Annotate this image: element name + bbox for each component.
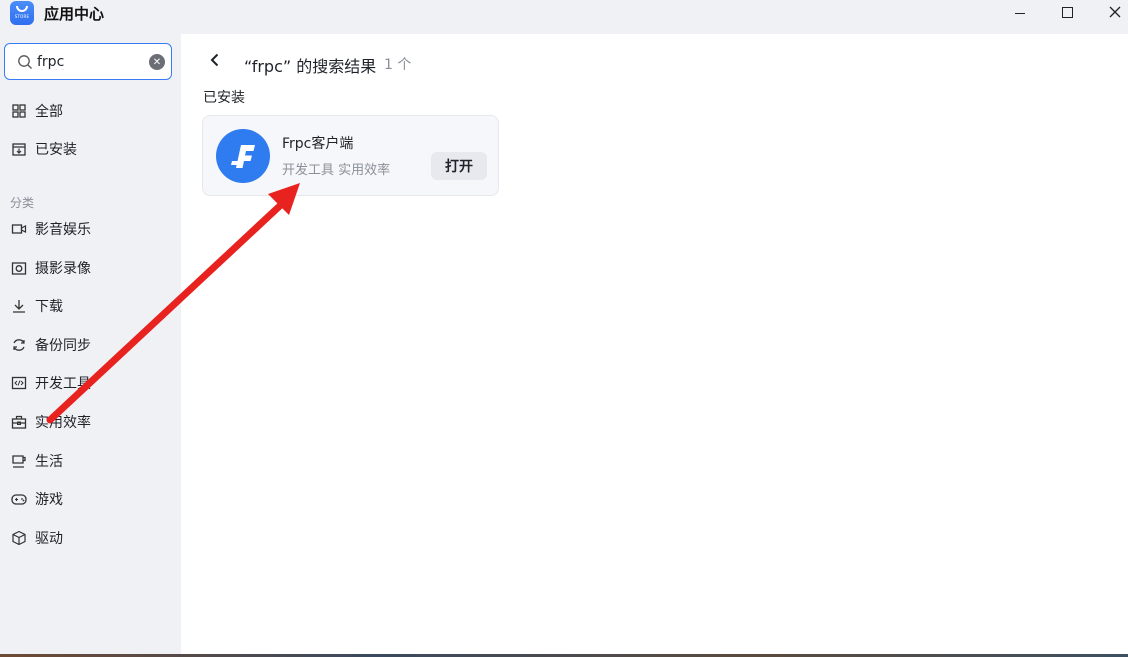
sidebar-item-label: 开发工具 (35, 376, 91, 392)
sidebar-item-label: 驱动 (35, 531, 63, 547)
sidebar-item-games[interactable]: 游戏 (0, 483, 181, 515)
installed-section-label: 已安装 (203, 90, 245, 106)
install-box-icon (12, 143, 26, 156)
sidebar-item-dev-tools[interactable]: 开发工具 (0, 367, 181, 399)
sidebar-item-photography[interactable]: 摄影录像 (0, 252, 181, 284)
title-bar: STORE 应用中心 (0, 0, 1128, 34)
toolbox-icon (11, 415, 27, 429)
code-icon (11, 376, 27, 390)
maximize-icon (1061, 6, 1073, 18)
search-box[interactable]: ✕ (4, 43, 172, 80)
sidebar-item-label: 备份同步 (35, 338, 91, 354)
sidebar-item-label: 实用效率 (35, 415, 91, 431)
sidebar-item-productivity[interactable]: 实用效率 (0, 406, 181, 438)
sidebar-item-label: 生活 (35, 454, 63, 470)
main-content: “frpc” 的搜索结果 1 个 已安装 Frpc客户端 开发工具 实用效率 打… (181, 34, 1128, 654)
minimize-icon (1015, 12, 1025, 14)
sync-icon (13, 339, 25, 351)
frpc-logo-icon (216, 129, 270, 183)
sidebar-item-all[interactable]: 全部 (0, 95, 181, 127)
window-title: 应用中心 (44, 5, 105, 23)
sidebar-item-label: 已安装 (35, 142, 77, 158)
app-card-frpc[interactable]: Frpc客户端 开发工具 实用效率 打开 (202, 115, 499, 196)
sidebar-item-label: 全部 (35, 104, 63, 120)
app-store-logo-icon: STORE (10, 1, 34, 25)
sidebar: ✕ 全部 已安装 分类 影音娱乐 摄影录像 (0, 34, 181, 657)
category-section-label: 分类 (10, 196, 35, 210)
sidebar-item-installed[interactable]: 已安装 (0, 133, 181, 165)
cube-icon (12, 530, 26, 546)
search-result-count: 1 个 (384, 57, 412, 73)
sidebar-item-backup[interactable]: 备份同步 (0, 329, 181, 361)
close-button[interactable] (1092, 0, 1128, 24)
sidebar-item-drivers[interactable]: 驱动 (0, 522, 181, 554)
close-icon (1109, 6, 1121, 18)
gamepad-icon (11, 494, 27, 505)
search-input[interactable] (37, 52, 142, 72)
sidebar-item-label: 摄影录像 (35, 261, 91, 277)
minimize-button[interactable] (997, 0, 1043, 24)
sidebar-item-life[interactable]: 生活 (0, 445, 181, 477)
grid-icon (12, 104, 26, 118)
chevron-left-icon[interactable] (207, 52, 223, 68)
camera-icon (11, 262, 27, 275)
sidebar-item-entertainment[interactable]: 影音娱乐 (0, 213, 181, 245)
sidebar-item-label: 游戏 (35, 492, 63, 508)
maximize-button[interactable] (1044, 0, 1090, 24)
sidebar-item-download[interactable]: 下载 (0, 290, 181, 322)
search-result-title: “frpc” 的搜索结果 (244, 57, 377, 76)
download-icon (13, 300, 25, 313)
search-icon (18, 55, 32, 69)
open-button[interactable]: 打开 (431, 152, 487, 180)
sidebar-item-label: 影音娱乐 (35, 222, 91, 238)
sidebar-item-label: 下载 (35, 299, 63, 315)
app-tags: 开发工具 实用效率 (282, 163, 391, 178)
cup-icon (12, 455, 26, 468)
app-name: Frpc客户端 (282, 136, 354, 152)
video-camera-icon (11, 224, 27, 234)
clear-search-icon[interactable]: ✕ (149, 54, 165, 70)
app-logo-text: STORE (14, 13, 30, 19)
